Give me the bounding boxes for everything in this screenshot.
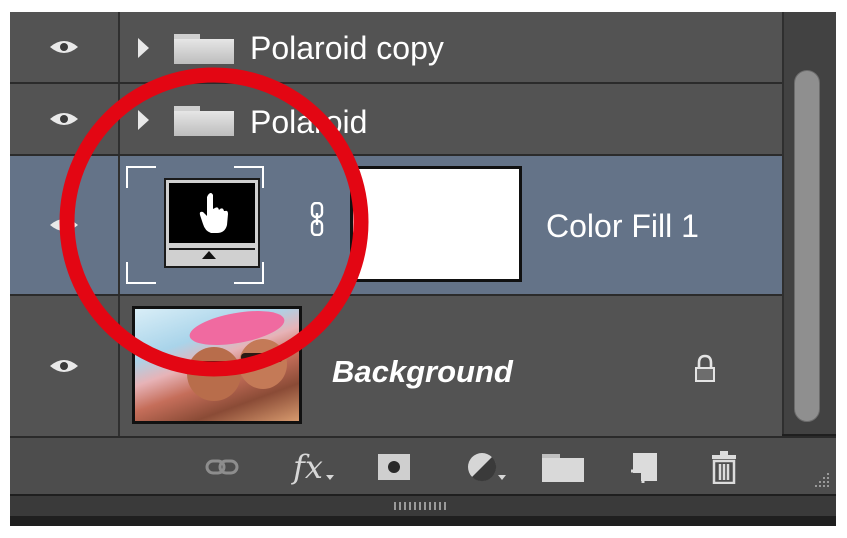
new-group-button[interactable] bbox=[538, 448, 588, 486]
adjustment-thumbnail[interactable] bbox=[126, 166, 264, 284]
folder-icon bbox=[174, 34, 234, 64]
visibility-toggle[interactable] bbox=[10, 156, 120, 294]
scrollbar-thumb[interactable] bbox=[794, 70, 820, 422]
scrollbar-track[interactable] bbox=[782, 12, 836, 434]
layer-row-polaroid[interactable]: Polaroid bbox=[10, 84, 782, 156]
new-group-icon bbox=[542, 454, 584, 482]
triangle-right-icon[interactable] bbox=[138, 38, 149, 58]
new-layer-icon bbox=[631, 453, 657, 483]
layer-mask-thumbnail[interactable] bbox=[350, 166, 522, 282]
layer-name[interactable]: Background bbox=[332, 354, 513, 390]
delete-icon bbox=[712, 451, 736, 484]
new-layer-button[interactable] bbox=[624, 448, 664, 486]
visibility-toggle[interactable] bbox=[10, 296, 120, 436]
adjustment-layer-icon bbox=[468, 453, 497, 482]
layer-name[interactable]: Polaroid bbox=[250, 104, 367, 141]
panel-footer bbox=[10, 496, 836, 516]
layer-row-background[interactable]: Background bbox=[10, 296, 782, 436]
visibility-toggle[interactable] bbox=[10, 12, 120, 82]
add-mask-icon bbox=[378, 454, 410, 480]
layer-row-polaroid-copy[interactable]: Polaroid copy bbox=[10, 12, 782, 84]
new-adjustment-layer-button[interactable] bbox=[454, 448, 510, 486]
eye-icon bbox=[50, 219, 78, 231]
layer-name[interactable]: Color Fill 1 bbox=[546, 208, 699, 245]
add-mask-button[interactable] bbox=[372, 448, 416, 486]
fx-icon: fx bbox=[293, 448, 323, 486]
layer-name[interactable]: Polaroid copy bbox=[250, 30, 444, 67]
eye-icon bbox=[50, 113, 78, 125]
background-thumbnail[interactable] bbox=[132, 306, 302, 424]
eye-icon bbox=[50, 41, 78, 53]
triangle-right-icon[interactable] bbox=[138, 110, 149, 130]
add-layer-style-button[interactable]: fx bbox=[278, 448, 338, 486]
chain-link-icon[interactable] bbox=[310, 202, 324, 236]
link-layers-button[interactable] bbox=[202, 448, 242, 486]
layer-row-color-fill-1[interactable]: Color Fill 1 bbox=[10, 156, 782, 296]
hand-cursor-icon bbox=[199, 193, 228, 233]
layers-toolbar: fx bbox=[10, 436, 836, 494]
folder-icon bbox=[174, 106, 234, 136]
drag-grip-icon[interactable] bbox=[394, 502, 450, 510]
lock-icon bbox=[695, 354, 715, 382]
eye-icon bbox=[50, 360, 78, 372]
delete-layer-button[interactable] bbox=[704, 448, 744, 486]
layers-panel: Polaroid copy Polaroid Color Fill 1 Back… bbox=[10, 12, 836, 526]
resize-handle-icon[interactable] bbox=[812, 470, 830, 488]
link-layers-icon bbox=[205, 459, 239, 475]
visibility-toggle[interactable] bbox=[10, 84, 120, 154]
